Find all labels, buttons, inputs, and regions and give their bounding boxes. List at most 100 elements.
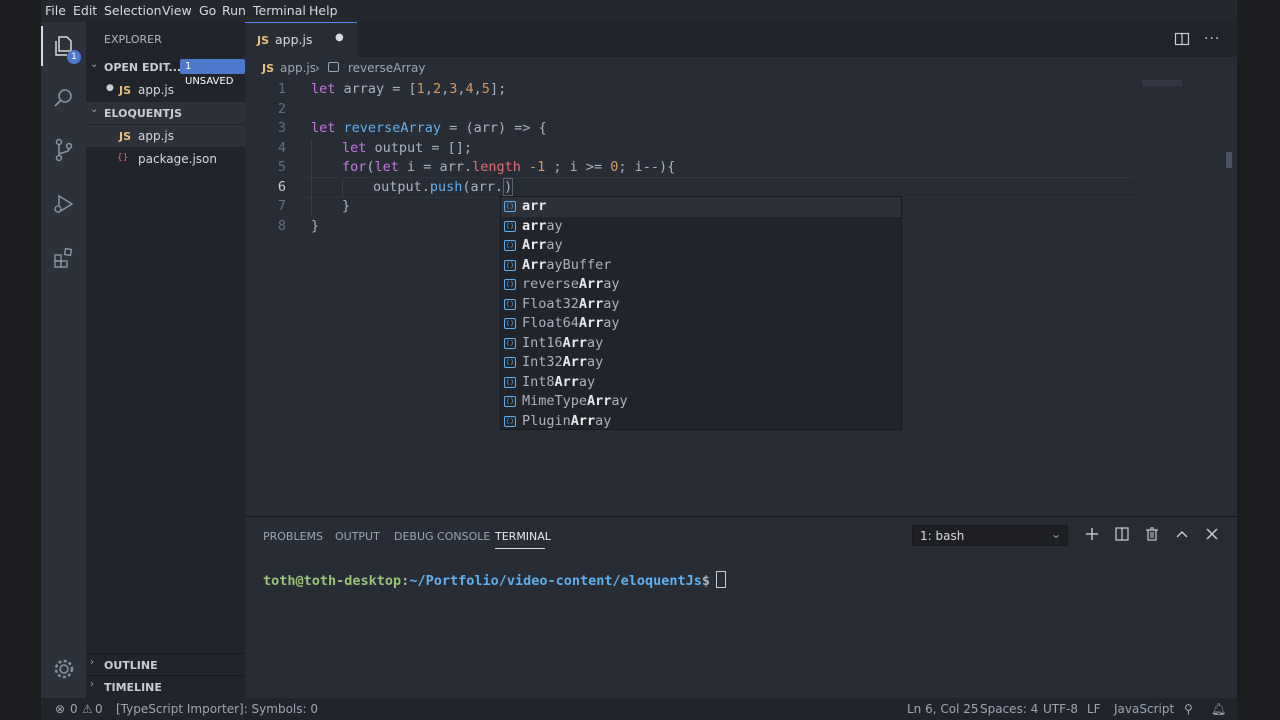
line-number: 4 xyxy=(277,140,286,156)
function-name: reverseArray xyxy=(343,120,442,136)
number: 5 xyxy=(481,81,490,97)
code-line-3[interactable]: let reverseArray = (arr) => { xyxy=(311,120,547,136)
extensions-icon[interactable] xyxy=(41,238,86,278)
split-terminal-icon[interactable] xyxy=(1114,526,1130,546)
file-item-package-json[interactable]: {} package.json xyxy=(86,148,245,170)
line-number: 7 xyxy=(277,198,286,214)
suggestion-item[interactable]: ⟨⟩ reverseArray xyxy=(501,275,901,295)
unsaved-dot-icon[interactable]: ● xyxy=(335,32,344,43)
breadcrumb-file[interactable]: app.js xyxy=(280,61,316,75)
method-name: push xyxy=(429,179,463,195)
property: length xyxy=(472,159,521,175)
suggestion-item[interactable]: ⟨⟩ Int8Array xyxy=(501,373,901,393)
menu-edit[interactable]: Edit xyxy=(73,3,97,18)
breadcrumb-symbol[interactable]: reverseArray xyxy=(348,61,425,75)
suggestion-item[interactable]: ⟨⟩ Int16Array xyxy=(501,334,901,354)
suggestion-item[interactable]: ⟨⟩ MimeTypeArray xyxy=(501,392,901,412)
unsaved-count-badge: 1 xyxy=(67,50,81,64)
code-text: , xyxy=(424,81,433,97)
active-tab-underline xyxy=(495,548,545,549)
open-editors-label: OPEN EDIT... xyxy=(104,61,182,74)
open-editors-header[interactable]: ⌄ OPEN EDIT... 1 UNSAVED xyxy=(86,56,245,87)
language-mode[interactable]: JavaScript xyxy=(1114,702,1174,716)
warning-icon[interactable]: ⚠ xyxy=(82,702,93,716)
search-icon[interactable] xyxy=(41,78,86,118)
suggestion-match: Arr xyxy=(562,334,588,351)
variable-icon: ⟨⟩ xyxy=(504,298,516,310)
run-debug-icon[interactable] xyxy=(41,184,86,224)
tab-label: app.js xyxy=(275,32,313,47)
maximize-panel-icon[interactable] xyxy=(1174,526,1190,546)
menu-selection[interactable]: Selection xyxy=(104,3,162,18)
encoding[interactable]: UTF-8 xyxy=(1043,702,1078,716)
close-panel-icon[interactable] xyxy=(1204,526,1220,546)
notifications-bell-icon[interactable]: 🔔︎ xyxy=(1211,702,1226,716)
suggestion-item[interactable]: ⟨⟩ Float64Array xyxy=(501,314,901,334)
code-line-8[interactable]: } xyxy=(311,218,319,234)
code-line-6[interactable]: output.push(arr.) xyxy=(373,178,514,196)
menu-file[interactable]: File xyxy=(45,3,66,18)
error-count[interactable]: 0 xyxy=(70,702,78,716)
trash-icon[interactable] xyxy=(1144,526,1160,546)
outline-section[interactable]: › OUTLINE xyxy=(86,653,245,676)
terminal-prompt[interactable]: toth@toth-desktop:~/Portfolio/video-cont… xyxy=(263,571,727,589)
cursor-position[interactable]: Ln 6, Col 25 xyxy=(907,702,979,716)
code-line-5[interactable]: for(let i = arr.length -1 ; i >= 0; i--)… xyxy=(342,159,675,175)
suggestion-match: Arr xyxy=(522,256,547,273)
error-circle-icon[interactable]: ⊗ xyxy=(55,702,65,716)
suggestion-item[interactable]: ⟨⟩ array xyxy=(501,217,901,237)
suggestion-item[interactable]: ⟨⟩ arr xyxy=(501,197,901,217)
warning-count[interactable]: 0 xyxy=(95,702,103,716)
suggestion-item[interactable]: ⟨⟩ Int32Array xyxy=(501,353,901,373)
tab-app-js[interactable]: JS app.js ● xyxy=(245,22,357,57)
more-actions-icon[interactable]: ··· xyxy=(1204,31,1220,47)
timeline-section[interactable]: › TIMELINE xyxy=(86,675,245,698)
suggestion-item[interactable]: ⟨⟩ PluginArray xyxy=(501,412,901,432)
code-text: = (arr) => { xyxy=(441,120,547,136)
menu-run[interactable]: Run xyxy=(222,3,246,18)
terminal-cursor xyxy=(716,571,727,588)
tab-terminal[interactable]: TERMINAL xyxy=(495,530,551,543)
file-item-app-js[interactable]: JS app.js xyxy=(86,125,245,147)
tab-output[interactable]: OUTPUT xyxy=(335,530,380,543)
suggestion-prefix: Plugin xyxy=(522,412,571,429)
suggestion-match: Arr xyxy=(570,412,596,429)
ts-importer-status[interactable]: [TypeScript Importer]: Symbols: 0 xyxy=(116,702,318,716)
unsaved-dot-icon[interactable]: ● xyxy=(106,83,114,93)
unsaved-badge: 1 UNSAVED xyxy=(180,59,245,87)
suggestion-item[interactable]: ⟨⟩ Array xyxy=(501,236,901,256)
suggestion-prefix: MimeType xyxy=(522,393,588,409)
new-terminal-icon[interactable] xyxy=(1084,526,1100,546)
keyword: for xyxy=(342,159,367,175)
tab-problems[interactable]: PROBLEMS xyxy=(263,530,323,543)
split-editor-icon[interactable] xyxy=(1174,31,1190,51)
keyword: let xyxy=(374,159,399,175)
indentation[interactable]: Spaces: 4 xyxy=(980,702,1038,716)
menu-view[interactable]: View xyxy=(162,3,192,18)
menu-go[interactable]: Go xyxy=(199,3,216,18)
variable-icon: ⟨⟩ xyxy=(504,376,516,388)
project-folder-header[interactable]: ⌄ ELOQUENTJS xyxy=(86,102,245,124)
end-of-line[interactable]: LF xyxy=(1087,702,1101,716)
manage-gear-icon[interactable] xyxy=(41,649,86,689)
suggestion-prefix: Int16 xyxy=(522,334,563,351)
number: 2 xyxy=(432,81,442,97)
suggestion-rest: ay xyxy=(595,412,612,429)
code-line-1[interactable]: let array = [1,2,3,4,5]; xyxy=(311,81,506,97)
feedback-icon[interactable]: ⚲ xyxy=(1184,702,1193,716)
code-line-7[interactable]: } xyxy=(342,198,350,214)
tab-debug-console[interactable]: DEBUG CONSOLE xyxy=(394,530,490,543)
editor-scrollbar[interactable] xyxy=(1226,152,1232,168)
suggestion-item[interactable]: ⟨⟩ ArrayBuffer xyxy=(501,256,901,276)
menu-help[interactable]: Help xyxy=(309,3,338,18)
code-line-4[interactable]: let output = []; xyxy=(342,140,472,156)
minimap[interactable] xyxy=(1142,80,1182,86)
terminal-select[interactable]: 1: bash ⌄ xyxy=(912,525,1068,546)
source-control-icon[interactable] xyxy=(41,130,86,170)
open-editor-item[interactable]: ● JS app.js xyxy=(86,79,245,101)
menu-terminal[interactable]: Terminal xyxy=(253,3,306,18)
outline-label: OUTLINE xyxy=(104,659,158,672)
explorer-icon[interactable]: 1 xyxy=(41,26,86,66)
suggestion-item[interactable]: ⟨⟩ Float32Array xyxy=(501,295,901,315)
js-file-icon: JS xyxy=(119,130,132,143)
